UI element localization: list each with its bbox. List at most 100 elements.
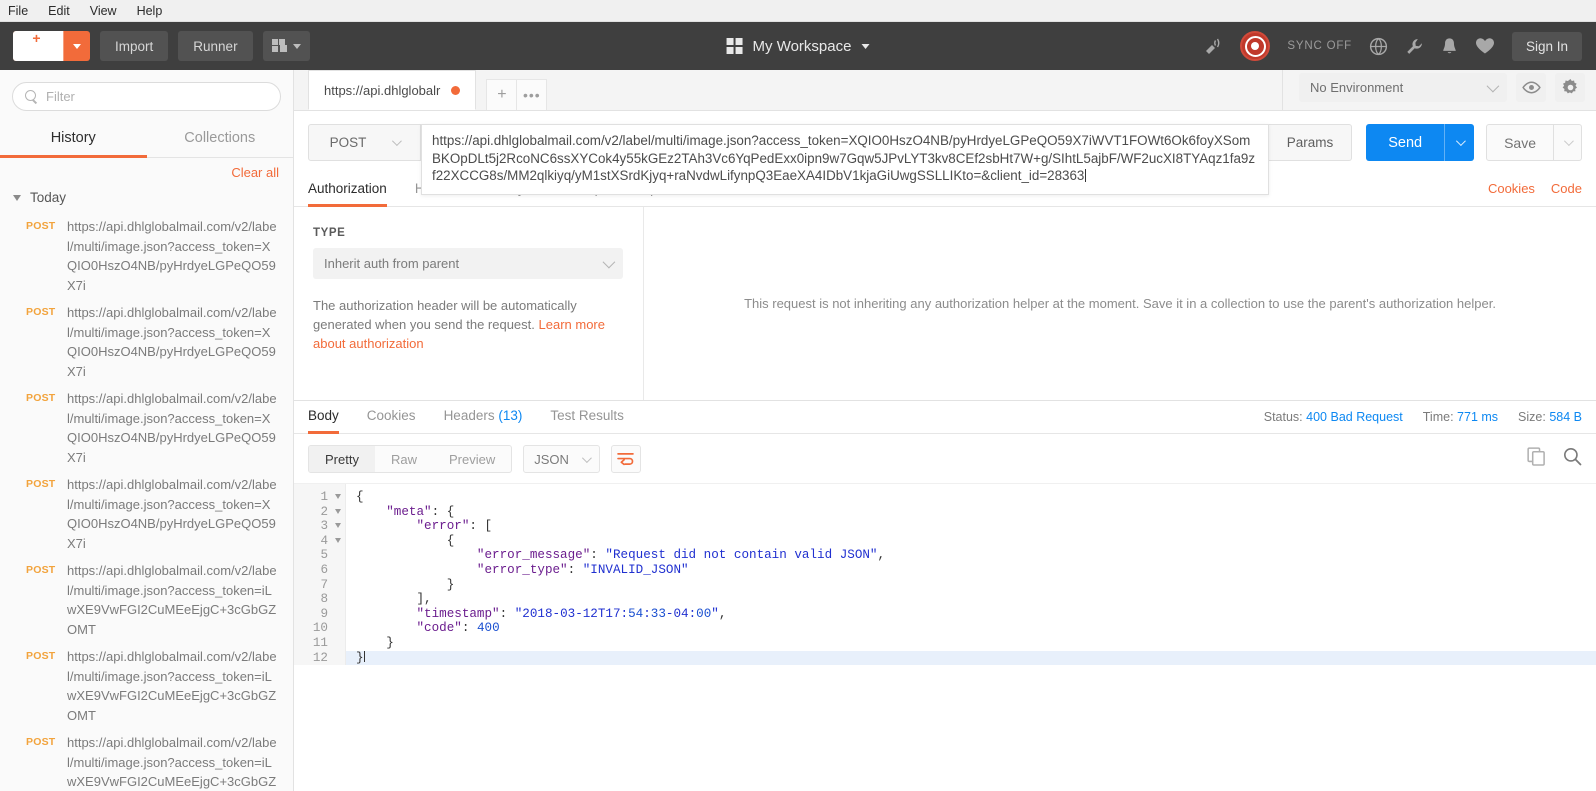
view-mode-preview[interactable]: Preview: [433, 446, 511, 472]
line-number: 7: [294, 578, 345, 593]
view-mode-raw[interactable]: Raw: [375, 446, 433, 472]
app-menu-bar: File Edit View Help: [0, 0, 1596, 22]
save-button[interactable]: Save: [1486, 124, 1582, 161]
request-tab-title: https://api.dhlglobalr: [324, 83, 440, 98]
history-item[interactable]: POSThttps://api.dhlglobalmail.com/v2/lab…: [0, 299, 293, 385]
new-button-label: New: [23, 52, 50, 61]
copy-button[interactable]: [1527, 447, 1546, 471]
method-selector[interactable]: POST: [308, 124, 421, 161]
clear-all-label: Clear all: [231, 165, 279, 180]
response-view-mode-group: Pretty Raw Preview: [308, 445, 512, 473]
code-link[interactable]: Code: [1551, 181, 1582, 196]
history-item[interactable]: POSThttps://api.dhlglobalmail.com/v2/lab…: [0, 729, 293, 791]
fold-toggle-icon[interactable]: [335, 494, 341, 499]
send-button[interactable]: Send: [1366, 124, 1474, 161]
new-window-button[interactable]: [263, 31, 310, 61]
time-group: Time: 771 ms: [1423, 410, 1498, 424]
heart-icon[interactable]: [1475, 37, 1495, 55]
add-tab-button[interactable]: +: [486, 79, 517, 110]
history-list[interactable]: Today POSThttps://api.dhlglobalmail.com/…: [0, 186, 293, 791]
apps-icon: [272, 39, 287, 53]
code-content[interactable]: { "meta": { "error": [ { "error_message"…: [346, 484, 1596, 665]
new-dropdown-toggle[interactable]: [63, 31, 90, 61]
grid-icon: [727, 38, 743, 54]
send-options-button[interactable]: [1444, 124, 1474, 161]
url-input[interactable]: https://api.dhlglobalmail.com/v2/label/m…: [421, 124, 1269, 195]
runner-button[interactable]: Runner: [178, 31, 252, 61]
status-value: 400 Bad Request: [1306, 410, 1403, 424]
history-item[interactable]: POSThttps://api.dhlglobalmail.com/v2/lab…: [0, 385, 293, 471]
environment-quick-look-button[interactable]: [1516, 73, 1546, 102]
menu-view[interactable]: View: [90, 4, 117, 18]
search-button[interactable]: [1563, 447, 1582, 471]
line-number: 11: [294, 636, 345, 651]
history-item[interactable]: POSThttps://api.dhlglobalmail.com/v2/lab…: [0, 557, 293, 643]
menu-edit[interactable]: Edit: [48, 4, 70, 18]
new-button[interactable]: + New: [13, 31, 90, 61]
import-button-label: Import: [115, 39, 153, 54]
unsaved-indicator-icon: [451, 86, 460, 95]
environment-selector[interactable]: No Environment: [1299, 73, 1507, 102]
plus-icon: +: [29, 31, 44, 45]
sign-in-button[interactable]: Sign In: [1512, 32, 1582, 61]
sync-icon[interactable]: [1240, 31, 1270, 61]
filter-box[interactable]: [12, 82, 281, 111]
cookies-link[interactable]: Cookies: [1488, 181, 1535, 196]
import-button[interactable]: Import: [100, 31, 168, 61]
code-line: "error_message": "Request did not contai…: [356, 548, 1596, 563]
params-button[interactable]: Params: [1269, 124, 1353, 161]
fold-toggle-icon[interactable]: [335, 523, 341, 528]
globe-icon[interactable]: [1369, 37, 1388, 56]
menu-file[interactable]: File: [8, 4, 28, 18]
response-body-editor[interactable]: 123456789101112 { "meta": { "error": [ {…: [294, 483, 1596, 791]
text-caret: [1085, 169, 1086, 182]
clear-all-button[interactable]: Clear all: [0, 158, 293, 186]
sidebar-tab-history[interactable]: History: [0, 121, 147, 157]
sidebar-tab-collections[interactable]: Collections: [147, 121, 294, 157]
fold-toggle-icon[interactable]: [335, 538, 341, 543]
history-item[interactable]: POSThttps://api.dhlglobalmail.com/v2/lab…: [0, 471, 293, 557]
code-line: {: [356, 534, 1596, 549]
plus-icon: +: [497, 86, 506, 104]
response-tab-cookies[interactable]: Cookies: [353, 408, 430, 433]
history-item-url: https://api.dhlglobalmail.com/v2/label/m…: [67, 647, 279, 725]
save-options-button[interactable]: [1553, 125, 1581, 160]
environment-settings-button[interactable]: [1555, 73, 1585, 102]
response-tab-test-results[interactable]: Test Results: [536, 408, 638, 433]
word-wrap-button[interactable]: [611, 445, 641, 473]
antenna-icon[interactable]: [1204, 38, 1223, 55]
history-item-method: POST: [26, 561, 58, 576]
chevron-down-icon: [1564, 136, 1574, 146]
history-item[interactable]: POSThttps://api.dhlglobalmail.com/v2/lab…: [0, 213, 293, 299]
tab-authorization[interactable]: Authorization: [308, 181, 401, 206]
size-group: Size: 584 B: [1518, 410, 1582, 424]
auth-message-column: This request is not inheriting any autho…: [644, 207, 1596, 400]
code-line: }: [346, 651, 1596, 666]
sync-ring: [1245, 36, 1266, 57]
response-tab-body[interactable]: Body: [308, 408, 353, 433]
line-number: 8: [294, 592, 345, 607]
sidebar: History Collections Clear all Today POST…: [0, 70, 294, 791]
time-value: 771 ms: [1457, 410, 1498, 424]
workspace-selector[interactable]: My Workspace: [727, 38, 870, 55]
new-button-main[interactable]: + New: [13, 31, 63, 61]
chevron-down-icon: [13, 195, 21, 201]
auth-type-value: Inherit auth from parent: [324, 256, 459, 271]
request-links: Cookies Code: [1488, 181, 1582, 206]
search-icon: [25, 90, 38, 103]
response-format-selector[interactable]: JSON: [523, 445, 600, 473]
auth-type-selector[interactable]: Inherit auth from parent: [313, 248, 623, 279]
tab-options-button[interactable]: •••: [516, 79, 547, 110]
history-item[interactable]: POSThttps://api.dhlglobalmail.com/v2/lab…: [0, 643, 293, 729]
view-mode-pretty[interactable]: Pretty: [309, 446, 375, 472]
request-tab[interactable]: https://api.dhlglobalr: [308, 70, 476, 110]
search-input[interactable]: [46, 89, 268, 104]
bell-icon[interactable]: [1441, 37, 1458, 56]
response-tab-headers[interactable]: Headers (13): [430, 408, 537, 433]
wrench-icon[interactable]: [1405, 37, 1424, 56]
line-number: 3: [294, 519, 345, 534]
fold-toggle-icon[interactable]: [335, 509, 341, 514]
menu-help[interactable]: Help: [137, 4, 163, 18]
workspace-label: My Workspace: [753, 38, 852, 55]
history-group-today[interactable]: Today: [0, 186, 293, 213]
